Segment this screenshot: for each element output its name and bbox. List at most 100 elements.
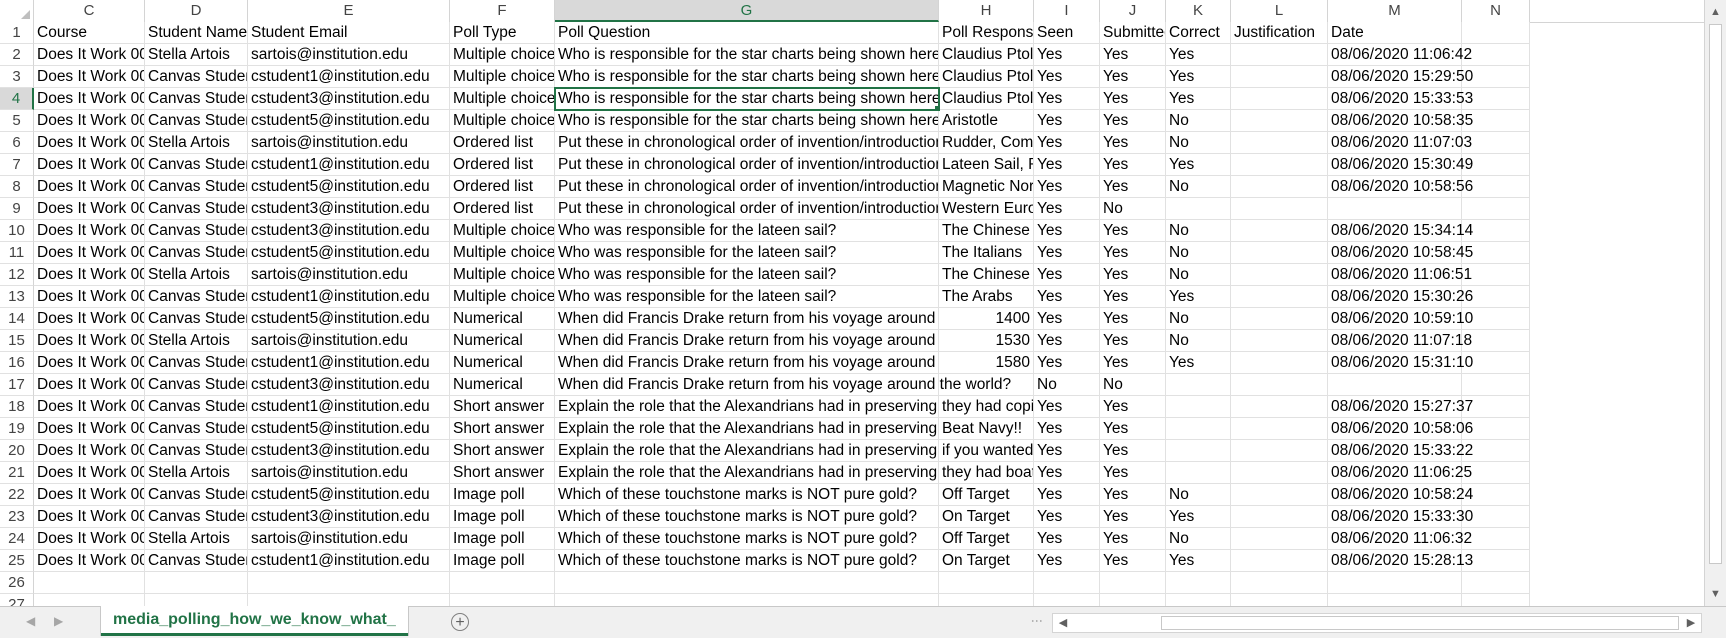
cell-d24[interactable]: Stella Artois [145,528,248,550]
cell-d11[interactable]: Canvas Student [145,242,248,264]
cell-n26[interactable] [1462,572,1530,594]
cell-f21[interactable]: Short answer [450,462,555,484]
cell-e18[interactable]: cstudent1@institution.edu [248,396,450,418]
cell-h3[interactable]: Claudius Ptolemy [939,66,1034,88]
cell-e16[interactable]: cstudent1@institution.edu [248,352,450,374]
cell-h6[interactable]: Rudder, Compass [939,132,1034,154]
cell-f27[interactable] [450,594,555,606]
cell-j10[interactable]: Yes [1100,220,1166,242]
cell-h1[interactable]: Poll Response [939,22,1034,44]
cell-i8[interactable]: Yes [1034,176,1100,198]
cell-f10[interactable]: Multiple choice [450,220,555,242]
cell-f2[interactable]: Multiple choice [450,44,555,66]
cell-c17[interactable]: Does It Work 001 [34,374,145,396]
cell-e3[interactable]: cstudent1@institution.edu [248,66,450,88]
cell-f22[interactable]: Image poll [450,484,555,506]
cell-n1[interactable] [1462,22,1530,44]
cell-m24[interactable]: 08/06/2020 11:06:32 [1328,528,1472,550]
cell-c2[interactable]: Does It Work 001 [34,44,145,66]
cell-k19[interactable] [1166,418,1231,440]
column-header-f[interactable]: F [450,0,555,22]
cell-m20[interactable]: 08/06/2020 15:33:22 [1328,440,1473,462]
scroll-down-icon[interactable]: ▼ [1705,584,1726,604]
cell-h19[interactable]: Beat Navy!! [939,418,1034,440]
cell-k9[interactable] [1166,198,1231,220]
horizontal-scrollbar[interactable]: ◀ ▶ [1052,613,1702,633]
cell-l1[interactable]: Justification [1231,22,1328,44]
cell-d2[interactable]: Stella Artois [145,44,248,66]
cell-e23[interactable]: cstudent3@institution.edu [248,506,450,528]
cell-k11[interactable]: No [1166,242,1231,264]
cell-c8[interactable]: Does It Work 001 [34,176,145,198]
cell-g13[interactable]: Who was responsible for the lateen sail? [555,286,939,308]
cell-d8[interactable]: Canvas Student [145,176,248,198]
cell-m26[interactable] [1328,572,1462,594]
cell-e7[interactable]: cstudent1@institution.edu [248,154,450,176]
cell-d19[interactable]: Canvas Student [145,418,248,440]
cell-j11[interactable]: Yes [1100,242,1166,264]
cell-j26[interactable] [1100,572,1166,594]
cell-e19[interactable]: cstudent5@institution.edu [248,418,450,440]
cell-h7[interactable]: Lateen Sail, Rudder [939,154,1034,176]
cell-m22[interactable]: 08/06/2020 10:58:24 [1328,484,1473,506]
row-number[interactable]: 22 [0,484,34,506]
cell-h14[interactable]: 1400 [939,308,1034,330]
cell-e17[interactable]: cstudent3@institution.edu [248,374,450,396]
cell-g21[interactable]: Explain the role that the Alexandrians h… [555,462,939,484]
cell-l19[interactable] [1231,418,1328,440]
cell-h10[interactable]: The Chinese [939,220,1034,242]
cell-j4[interactable]: Yes [1100,88,1166,110]
cell-l24[interactable] [1231,528,1328,550]
cell-e11[interactable]: cstudent5@institution.edu [248,242,450,264]
cell-e20[interactable]: cstudent3@institution.edu [248,440,450,462]
cell-d1[interactable]: Student Name [145,22,248,44]
cell-m27[interactable] [1328,594,1462,606]
cell-e4[interactable]: cstudent3@institution.edu [248,88,450,110]
cell-m19[interactable]: 08/06/2020 10:58:06 [1328,418,1473,440]
cell-m5[interactable]: 08/06/2020 10:58:35 [1328,110,1473,132]
vertical-scroll-thumb[interactable] [1709,24,1722,564]
cell-l11[interactable] [1231,242,1328,264]
cell-f4[interactable]: Multiple choice [450,88,555,110]
row-number[interactable]: 11 [0,242,34,264]
cell-c20[interactable]: Does It Work 001 [34,440,145,462]
cell-g19[interactable]: Explain the role that the Alexandrians h… [555,418,939,440]
cell-e1[interactable]: Student Email [248,22,450,44]
cell-n12[interactable] [1462,264,1530,286]
cell-c3[interactable]: Does It Work 001 [34,66,145,88]
cell-i6[interactable]: Yes [1034,132,1100,154]
cell-l20[interactable] [1231,440,1328,462]
cell-i15[interactable]: Yes [1034,330,1100,352]
cell-m8[interactable]: 08/06/2020 10:58:56 [1328,176,1473,198]
cell-d27[interactable] [145,594,248,606]
cell-c10[interactable]: Does It Work 001 [34,220,145,242]
cell-l23[interactable] [1231,506,1328,528]
cell-g18[interactable]: Explain the role that the Alexandrians h… [555,396,939,418]
column-header-k[interactable]: K [1166,0,1231,22]
cell-j15[interactable]: Yes [1100,330,1166,352]
cell-c5[interactable]: Does It Work 001 [34,110,145,132]
cell-k4[interactable]: Yes [1166,88,1231,110]
cell-i2[interactable]: Yes [1034,44,1100,66]
cell-k17[interactable] [1166,374,1231,396]
cell-j24[interactable]: Yes [1100,528,1166,550]
row-number[interactable]: 10 [0,220,34,242]
cell-k6[interactable]: No [1166,132,1231,154]
cell-h26[interactable] [939,572,1034,594]
cell-c26[interactable] [34,572,145,594]
cell-m21[interactable]: 08/06/2020 11:06:25 [1328,462,1472,484]
cell-l6[interactable] [1231,132,1328,154]
cell-m1[interactable]: Date [1328,22,1462,44]
cell-j12[interactable]: Yes [1100,264,1166,286]
cell-h8[interactable]: Magnetic North [939,176,1034,198]
cell-i20[interactable]: Yes [1034,440,1100,462]
cell-n6[interactable] [1462,132,1530,154]
cell-j22[interactable]: Yes [1100,484,1166,506]
cell-e25[interactable]: cstudent1@institution.edu [248,550,450,572]
cell-k8[interactable]: No [1166,176,1231,198]
cell-l3[interactable] [1231,66,1328,88]
row-number[interactable]: 21 [0,462,34,484]
column-header-m[interactable]: M [1328,0,1462,22]
row-number[interactable]: 23 [0,506,34,528]
cell-d16[interactable]: Canvas Student [145,352,248,374]
